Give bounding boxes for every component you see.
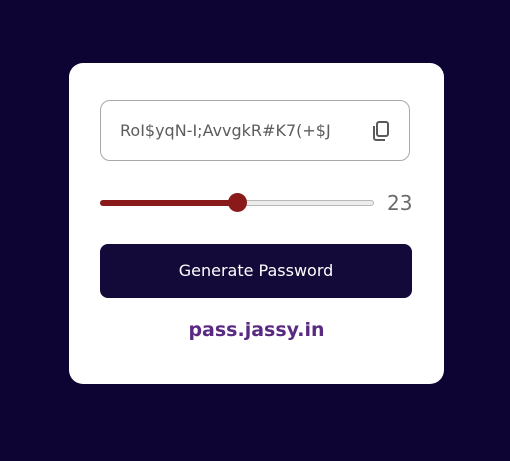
site-link[interactable]: pass.jassy.in bbox=[69, 319, 444, 341]
password-generator-card: RoI$yqN-I;AvvgkR#K7(+$J 23 Generate Pass… bbox=[69, 63, 444, 384]
generate-password-button[interactable]: Generate Password bbox=[100, 244, 412, 298]
copy-icon[interactable] bbox=[369, 119, 393, 143]
length-slider[interactable] bbox=[100, 190, 374, 216]
slider-thumb[interactable] bbox=[228, 193, 247, 212]
slider-fill bbox=[100, 200, 237, 206]
password-text[interactable]: RoI$yqN-I;AvvgkR#K7(+$J bbox=[120, 101, 331, 160]
password-length-value: 23 bbox=[387, 191, 413, 215]
password-output-field[interactable]: RoI$yqN-I;AvvgkR#K7(+$J bbox=[100, 100, 410, 161]
